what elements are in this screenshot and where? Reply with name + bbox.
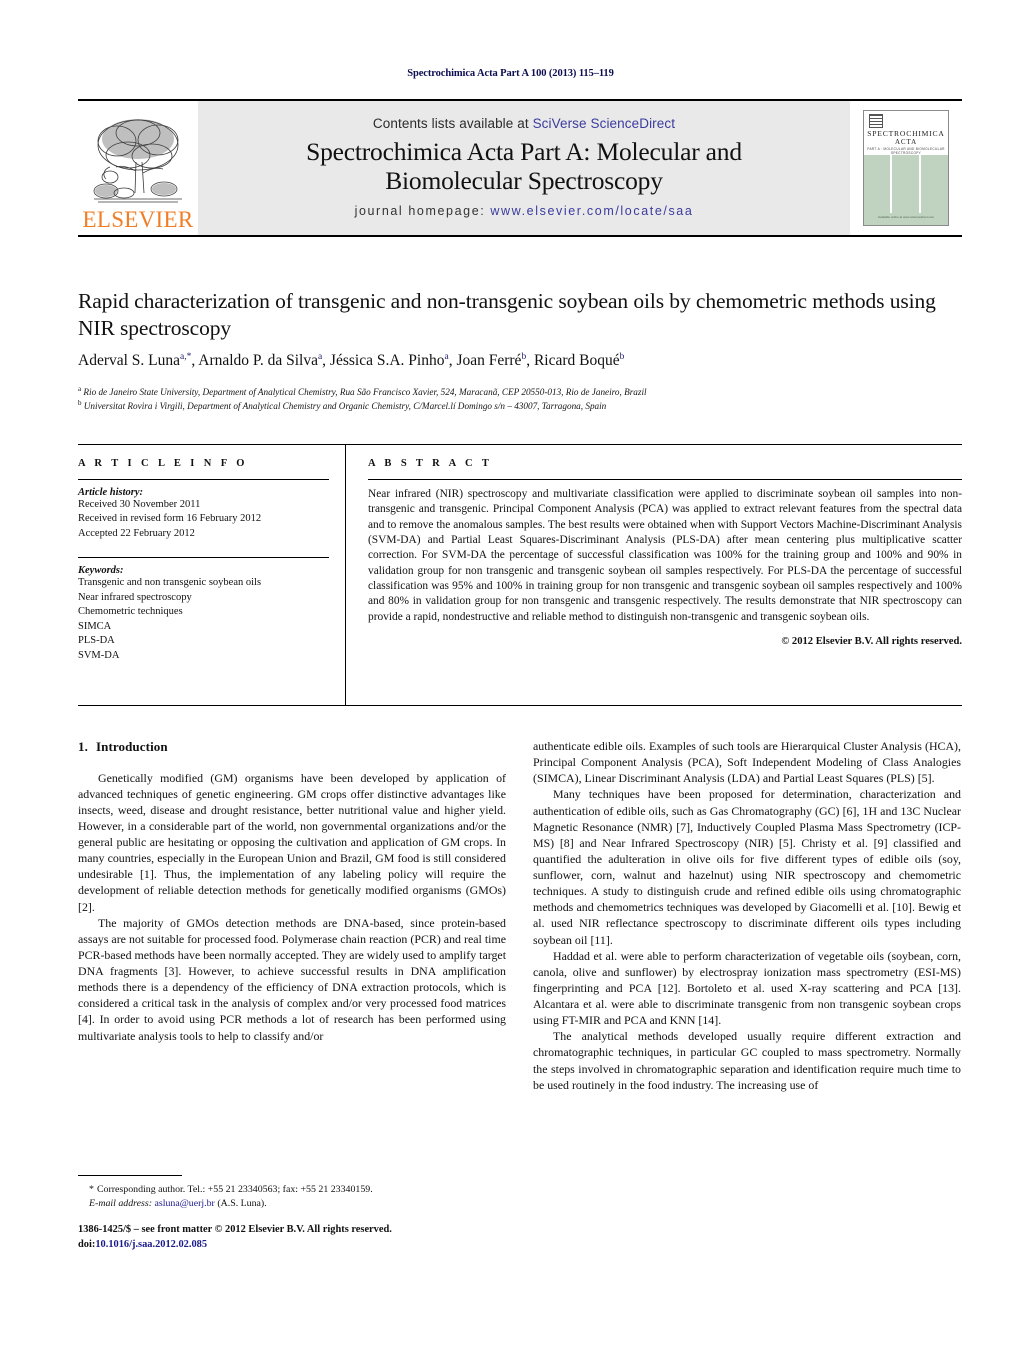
- author-affiliation-marker: a: [444, 352, 449, 362]
- copyright-line: © 2012 Elsevier B.V. All rights reserved…: [781, 635, 962, 647]
- footnote-contact-text: Corresponding author. Tel.: +55 21 23340…: [96, 1184, 373, 1195]
- paragraph: Genetically modified (GM) organisms have…: [78, 770, 506, 914]
- homepage-url-link[interactable]: www.elsevier.com/locate/saa: [490, 204, 693, 218]
- section-number: 1.: [78, 739, 88, 754]
- history-item: Received 30 November 2011: [78, 499, 201, 510]
- body-column-right: authenticate edible oils. Examples of su…: [533, 738, 961, 1093]
- page-title: Rapid characterization of transgenic and…: [78, 289, 936, 340]
- affiliation-marker: a: [78, 385, 82, 393]
- affiliation-item: a Rio de Janeiro State University, Depar…: [78, 385, 962, 399]
- journal-cover-thumbnail: SPECTROCHIMICA ACTA PART A : MOLECULAR A…: [850, 101, 962, 235]
- footnote-email-line: E-mail address: asluna@uerj.br (A.S. Lun…: [78, 1197, 506, 1211]
- section-title: Introduction: [95, 739, 168, 754]
- info-abstract-band: A R T I C L E I N F O Article history: R…: [78, 444, 962, 706]
- cover-green-panel: Available online at www.sciencedirect.co…: [864, 155, 948, 225]
- keyword-item: Chemometric techniques: [78, 606, 183, 618]
- cover-title-line-1: SPECTROCHIMICA: [867, 129, 945, 138]
- author-list: Aderval S. Lunaa,*, Arnaldo P. da Silvaa…: [78, 352, 625, 370]
- affiliation-item: b Universitat Rovira i Virgili, Departme…: [78, 399, 962, 413]
- paragraph: The analytical methods developed usually…: [533, 1029, 961, 1092]
- email-owner: (A.S. Luna).: [217, 1198, 267, 1210]
- email-address-label: E-mail address:: [89, 1198, 152, 1210]
- abstract-panel: A B S T R A C T Near infrared (NIR) spec…: [346, 445, 962, 705]
- article-info-heading: A R T I C L E I N F O: [78, 458, 248, 469]
- journal-homepage-line: journal homepage: www.elsevier.com/locat…: [355, 204, 694, 218]
- author-affiliation-marker: a,*: [180, 352, 192, 362]
- keyword-item: Transgenic and non transgenic soybean oi…: [78, 577, 262, 589]
- keyword-item: SIMCA: [78, 620, 112, 632]
- homepage-prefix: journal homepage:: [354, 204, 491, 219]
- divider: [78, 557, 329, 559]
- footnote-line: * Corresponding author. Tel.: +55 21 2334…: [78, 1183, 506, 1197]
- author-affiliation-marker: b: [619, 352, 625, 362]
- contents-prefix: Contents lists available at: [372, 115, 533, 131]
- journal-header: ELSEVIER Contents lists available at Sci…: [78, 99, 962, 237]
- cover-stripe-left: [890, 155, 892, 213]
- elsevier-tree-icon: [93, 119, 182, 203]
- doi-link[interactable]: 10.1016/j.saa.2012.02.085: [95, 1239, 207, 1250]
- keywords-label: Keywords:: [78, 565, 124, 577]
- abstract-text: Near infrared (NIR) spectroscopy and mul…: [368, 488, 962, 623]
- affiliation-list: a Rio de Janeiro State University, Depar…: [78, 385, 962, 413]
- article-history-label: Article history:: [78, 487, 144, 498]
- paper-page: Spectrochimica Acta Part A 100 (2013) 11…: [0, 0, 1021, 1351]
- cover-stripe-right: [919, 155, 921, 213]
- keyword-item: Near infrared spectroscopy: [78, 591, 192, 603]
- cover-mini-logo-icon: [869, 114, 883, 128]
- footnote-star-marker: *: [89, 1184, 94, 1195]
- author-affiliation-marker: a: [317, 352, 323, 362]
- abstract-heading: A B S T R A C T: [368, 458, 493, 469]
- journal-title-line-2: Biomolecular Spectroscopy: [385, 166, 663, 195]
- sciencedirect-link[interactable]: SciVerse ScienceDirect: [533, 116, 676, 131]
- author-name: Arnaldo P. da Silva: [198, 352, 318, 370]
- author-affiliation-marker: b: [521, 352, 527, 362]
- affiliation-text: Rio de Janeiro State University, Departm…: [83, 387, 647, 398]
- elsevier-wordmark: ELSEVIER: [82, 207, 194, 232]
- corresponding-author-footnote: * Corresponding author. Tel.: +55 21 2334…: [78, 1175, 506, 1211]
- issn-front-matter: 1386-1425/$ – see front matter © 2012 El…: [78, 1224, 392, 1235]
- contents-available-line: Contents lists available at SciVerse Sci…: [373, 116, 675, 131]
- article-info-panel: A R T I C L E I N F O Article history: R…: [78, 445, 346, 705]
- author-name: Aderval S. Luna: [78, 352, 181, 370]
- journal-header-center: Contents lists available at SciVerse Sci…: [198, 101, 850, 235]
- front-matter-block: 1386-1425/$ – see front matter © 2012 El…: [78, 1222, 548, 1252]
- keyword-item: SVM-DA: [78, 649, 120, 661]
- cover-subtitle: PART A : MOLECULAR AND BIOMOLECULAR SPEC…: [867, 147, 945, 155]
- running-head: Spectrochimica Acta Part A 100 (2013) 11…: [407, 68, 614, 79]
- paragraph: Haddad et al. were able to perform chara…: [533, 948, 961, 1028]
- affiliation-text: Universitat Rovira i Virgili, Department…: [83, 401, 607, 412]
- keyword-item: PLS-DA: [78, 635, 115, 647]
- divider: [368, 479, 962, 480]
- affiliation-marker: b: [78, 399, 82, 408]
- cover-image: SPECTROCHIMICA ACTA PART A : MOLECULAR A…: [863, 110, 949, 226]
- cover-footer-text: Available online at www.sciencedirect.co…: [877, 215, 935, 219]
- history-item: Received in revised form 16 February 201…: [78, 513, 262, 525]
- paragraph: authenticate edible oils. Examples of su…: [533, 739, 961, 786]
- footnote-divider: [78, 1175, 182, 1176]
- journal-title: Spectrochimica Acta Part A: Molecular an…: [306, 137, 742, 195]
- divider: [78, 479, 329, 480]
- author-name: Joan Ferré: [456, 352, 522, 370]
- body-column-left: 1. Introduction Genetically modified (GM)…: [78, 738, 506, 1044]
- cover-title-line-2: ACTA: [894, 138, 918, 146]
- history-item: Accepted 22 February 2012: [78, 527, 195, 539]
- email-link[interactable]: asluna@uerj.br: [154, 1198, 214, 1209]
- author-name: Jéssica S.A. Pinho: [329, 352, 445, 370]
- paragraph: The majority of GMOs detection methods a…: [78, 915, 506, 1043]
- section-heading-introduction: 1. Introduction: [78, 738, 506, 756]
- journal-title-line-1: Spectrochimica Acta Part A: Molecular an…: [306, 136, 742, 166]
- elsevier-logo: ELSEVIER: [78, 101, 198, 235]
- doi-line: doi:10.1016/j.saa.2012.02.085: [78, 1237, 548, 1252]
- paragraph: Many techniques have been proposed for d…: [533, 787, 961, 947]
- doi-prefix: doi:: [78, 1239, 96, 1251]
- author-name: Ricard Boqué: [533, 352, 620, 370]
